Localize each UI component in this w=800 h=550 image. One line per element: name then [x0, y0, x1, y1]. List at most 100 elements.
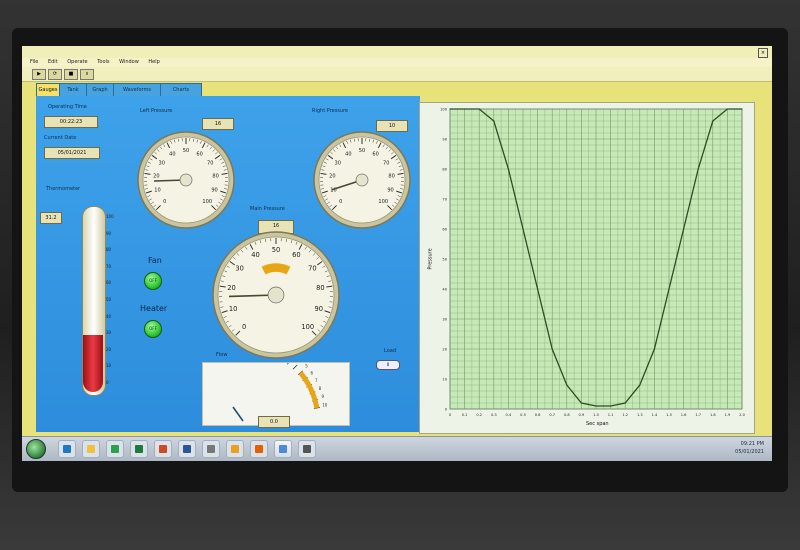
- gauge-tick-label: 0: [242, 323, 246, 331]
- chart-x-tick-label: 1.3: [637, 413, 643, 417]
- labview-glyph: [279, 445, 287, 453]
- chart-data-point: [683, 228, 685, 230]
- gauge-tick-label: 60: [292, 251, 301, 259]
- chart-data-point: [595, 405, 597, 407]
- thermometer-value: 31.2: [40, 212, 62, 224]
- chart-data-point: [537, 288, 539, 290]
- chart-y-tick-label: 80: [442, 168, 447, 172]
- chart-data-point: [449, 108, 451, 110]
- gauge-tick-label: 0: [339, 199, 342, 205]
- chart-y-tick-label: 50: [442, 258, 447, 262]
- chart-x-tick-label: 1.0: [593, 413, 599, 417]
- tab-graph[interactable]: Graph: [86, 83, 114, 97]
- gauge-range-arc: [261, 263, 291, 275]
- thermometer-tick-label: 40: [106, 313, 112, 319]
- menu-edit[interactable]: Edit: [48, 58, 58, 67]
- menu-operate[interactable]: Operate: [67, 58, 87, 67]
- windows-start-icon[interactable]: [26, 439, 46, 459]
- labview-icon[interactable]: [274, 440, 292, 458]
- chart-data-point: [668, 288, 670, 290]
- menu-file[interactable]: File: [30, 58, 38, 67]
- gauge-tick-label: 50: [272, 246, 281, 254]
- chart-x-tick-label: 0.4: [506, 413, 512, 417]
- chart-data-point: [493, 120, 495, 122]
- menu-help[interactable]: Help: [148, 58, 159, 67]
- chrome-icon[interactable]: [226, 440, 244, 458]
- gauge-tick-label: 30: [235, 265, 244, 273]
- chart-x-tick-label: 0.6: [535, 413, 541, 417]
- chart-data-point: [580, 402, 582, 404]
- thermometer-scale: 100 90 80 70 60 50 40 30 20 10 0: [106, 214, 122, 385]
- gauge-tick-label: 70: [383, 160, 389, 166]
- thermometer-tick-label: 60: [106, 280, 112, 286]
- internet-explorer-icon[interactable]: [58, 440, 76, 458]
- chrome-glyph: [231, 445, 239, 453]
- menu-window[interactable]: Window: [119, 58, 139, 67]
- firefox-icon[interactable]: [250, 440, 268, 458]
- chart-data-point: [507, 168, 509, 170]
- powerpoint-icon[interactable]: [154, 440, 172, 458]
- gauge-tick-label: 30: [159, 160, 165, 166]
- heater-indicator[interactable]: OFF: [144, 320, 162, 338]
- tab-gauges[interactable]: Gauges: [36, 83, 60, 97]
- file-explorer-icon[interactable]: [82, 440, 100, 458]
- menu-tools[interactable]: Tools: [97, 58, 109, 67]
- gauge-tick-label: 10: [154, 187, 160, 193]
- chart-y-tick-label: 100: [440, 108, 448, 112]
- fan-label: Fan: [148, 256, 162, 265]
- menu-bar: File Edit Operate Tools Window Help: [22, 58, 772, 67]
- gauge-tick-label: 20: [153, 173, 159, 179]
- flow-label: Flow: [216, 352, 228, 358]
- gauge-tick-label: 40: [251, 251, 260, 259]
- gauge-tick-label: 90: [387, 187, 393, 193]
- chart-data-point: [697, 168, 699, 170]
- chart-data-point: [712, 120, 714, 122]
- terminal-icon[interactable]: [298, 440, 316, 458]
- media-player-icon[interactable]: [106, 440, 124, 458]
- fan-indicator[interactable]: OFF: [144, 272, 162, 290]
- left-pressure-value: 16: [202, 118, 234, 130]
- abort-button[interactable]: ■: [64, 69, 78, 80]
- settings-glyph: [207, 445, 215, 453]
- left-pressure-label: Left Pressure: [140, 108, 173, 114]
- run-continuous-button[interactable]: ⟳: [48, 69, 62, 80]
- operating-time-value: 00:22:23: [44, 116, 98, 128]
- tab-charts[interactable]: Charts: [160, 83, 202, 97]
- chart-x-tick-label: 0.1: [462, 413, 468, 417]
- settings-icon[interactable]: [202, 440, 220, 458]
- gauge-tick-label: 100: [301, 323, 314, 331]
- right-pressure-label: Right Pressure: [312, 108, 349, 114]
- gauge-tick-label: 70: [207, 160, 213, 166]
- thermometer-tick-label: 90: [106, 230, 112, 236]
- right-pressure-gauge: 0102030405060708090100: [313, 131, 411, 229]
- pause-button[interactable]: ॥: [80, 69, 94, 80]
- load-label: Load: [384, 348, 396, 354]
- word-icon[interactable]: [178, 440, 196, 458]
- front-panel: Operating Time 00:22:23 Current Date 05/…: [36, 96, 420, 432]
- chart-y-tick-label: 90: [442, 138, 447, 142]
- run-button[interactable]: ▶: [32, 69, 46, 80]
- tray-date: 05/01/2021: [735, 449, 764, 455]
- system-tray: 09:21 PM 05/01/2021: [696, 440, 766, 458]
- chart-y-tick-label: 40: [442, 288, 447, 292]
- load-toggle[interactable]: 0: [376, 360, 400, 370]
- chart-data-point: [478, 108, 480, 110]
- window-close-button[interactable]: ×: [758, 48, 768, 58]
- flow-tick-label: 5: [305, 364, 308, 369]
- thermometer: 100 90 80 70 60 50 40 30 20 10 0: [82, 206, 122, 396]
- gauge-tick-label: 30: [335, 160, 341, 166]
- operating-time-label: Operating Time: [48, 104, 87, 110]
- media-player-glyph: [111, 445, 119, 453]
- chart-x-tick-label: 1.1: [608, 413, 614, 417]
- chart-y-tick-label: 70: [442, 198, 447, 202]
- excel-icon[interactable]: [130, 440, 148, 458]
- chart-y-tick-label: 20: [442, 348, 447, 352]
- tab-tank[interactable]: Tank: [59, 83, 87, 97]
- main-pressure-label: Main Pressure: [250, 206, 285, 212]
- chart-data-point: [566, 384, 568, 386]
- chart-data-point: [726, 108, 728, 110]
- tray-time: 09:21 PM: [740, 441, 764, 447]
- chart-data-point: [741, 108, 743, 110]
- tab-waveforms[interactable]: Waveforms: [113, 83, 161, 97]
- word-glyph: [183, 445, 191, 453]
